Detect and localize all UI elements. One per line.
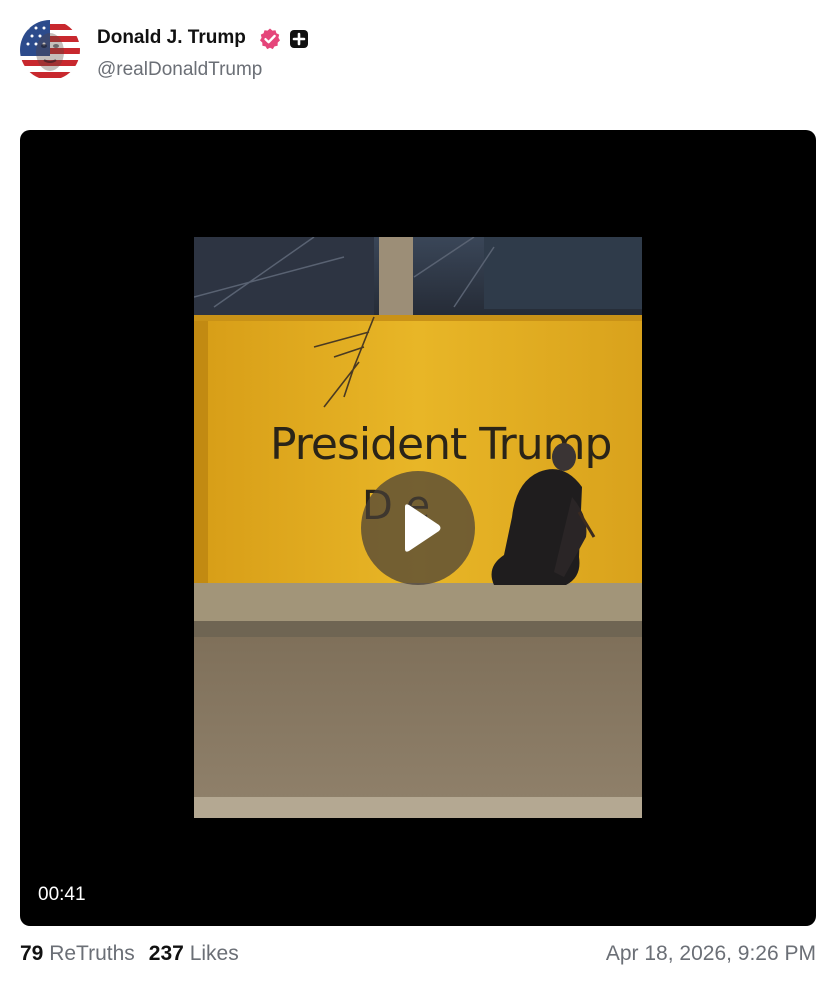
retruths-stat[interactable]: 79 ReTruths — [20, 942, 135, 965]
post-stats: 79 ReTruths 237 Likes — [20, 942, 239, 966]
verified-badge-icon — [260, 28, 280, 50]
truth-post: Donald J. Trump @realDonaldTrump Preside… — [0, 0, 840, 1000]
likes-count: 237 — [148, 942, 184, 965]
author-handle[interactable]: @realDonaldTrump — [97, 59, 262, 81]
plus-square-icon — [290, 30, 308, 48]
likes-stat[interactable]: 237 Likes — [149, 942, 239, 965]
avatar[interactable] — [20, 20, 80, 80]
flag-face-avatar-image — [20, 20, 80, 80]
play-button[interactable] — [361, 471, 475, 585]
author-display-name[interactable]: Donald J. Trump — [97, 27, 246, 49]
retruths-count: 79 — [20, 942, 44, 965]
post-timestamp[interactable]: Apr 18, 2026, 9:26 PM — [606, 942, 816, 966]
video-duration: 00:41 — [38, 884, 86, 905]
likes-label: Likes — [189, 942, 239, 965]
play-icon — [405, 504, 441, 552]
video-player[interactable]: President Trump D e 00:41 — [20, 130, 816, 926]
retruths-label: ReTruths — [49, 942, 135, 965]
